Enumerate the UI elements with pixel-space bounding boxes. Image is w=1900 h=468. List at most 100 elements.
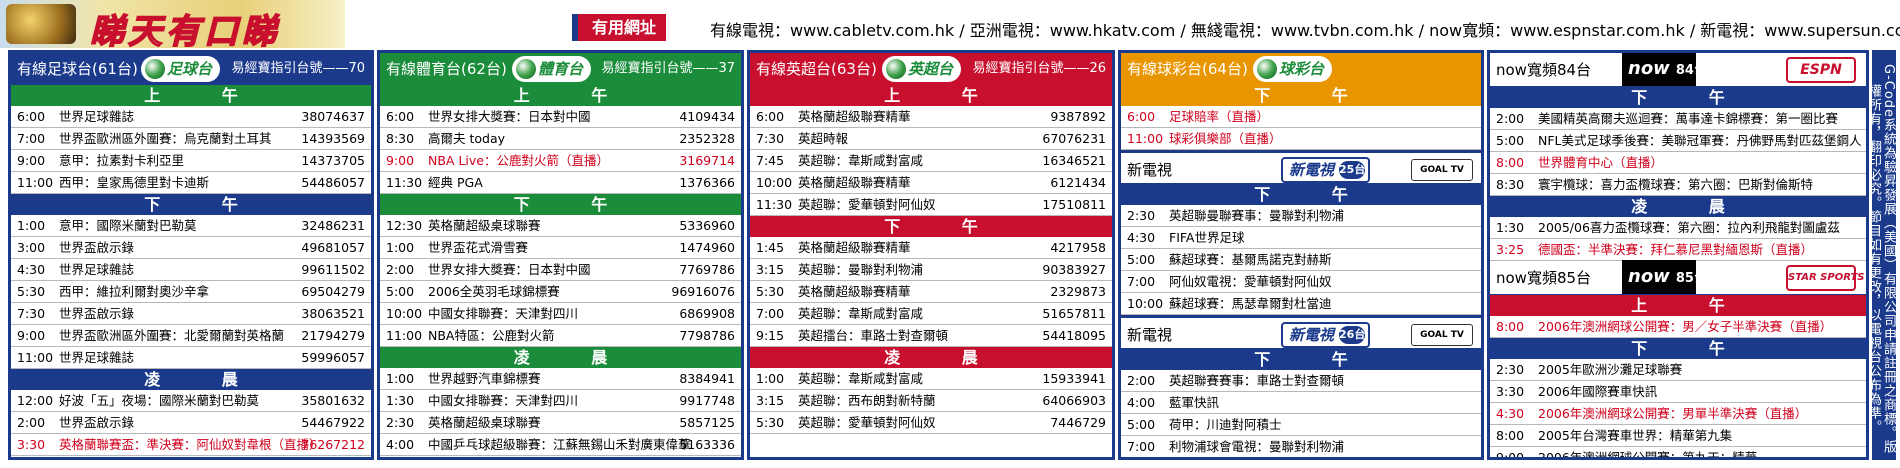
supersun-logo: 新電視 26台 xyxy=(1281,322,1371,348)
program-time: 4:30 xyxy=(1127,230,1156,245)
sub-channel-header: 新電視 新電視 25台 GOAL TV xyxy=(1121,150,1481,184)
program-time: 3:15 xyxy=(756,262,785,277)
program-row: 2:30 英超聯曼聯賽事：曼聯對利物浦 xyxy=(1121,205,1481,227)
section-bar-afternoon: 下 午 xyxy=(1121,85,1481,106)
program-row: 2:00 美國精英高爾夫巡迴賽：萬事達卡錦標賽：第一圈比賽 xyxy=(1490,108,1866,130)
program-time: 7:00 xyxy=(1127,274,1156,289)
program-time: 8:30 xyxy=(1496,177,1525,192)
program-time: 2:00 xyxy=(1127,373,1156,388)
program-row: 1:00 意甲：國際米蘭對巴勒莫 32486231 xyxy=(11,215,371,237)
guide-number: 易經寶指引台號——70 xyxy=(231,61,365,76)
gcode-number: 5163336 xyxy=(679,437,735,452)
column-cable-football: 有線足球台(61台) 足球台 易經寶指引台號——70 上 午 6:00 世界足球雜誌 380… xyxy=(8,50,374,460)
program-title: 利物浦球會電視：曼聯對利物浦 xyxy=(1169,439,1345,454)
gcode-number: 3169714 xyxy=(679,153,735,168)
program-time: 1:00 xyxy=(756,371,785,386)
program-row: 5:30 英超聯：愛華頓對阿仙奴 7446729 xyxy=(750,412,1112,434)
program-title: 英超聯：韋斯咸對富咸 xyxy=(798,306,924,321)
program-row: 10:00 蘇超球賽：馬瑟韋爾對杜當迪 xyxy=(1121,293,1481,315)
gcode-number: 6121434 xyxy=(1050,175,1106,190)
program-title: 西甲：皇家馬德里對卡迪斯 xyxy=(59,175,210,190)
program-time: 10:00 xyxy=(756,175,793,190)
program-time: 10:00 xyxy=(386,306,423,321)
column-cable-sports: 有線體育台(62台) 體育台 易經寶指引台號——37 上 午 6:00 世界女排大獎賽：日… xyxy=(377,50,744,460)
program-time: 5:00 xyxy=(1127,252,1156,267)
program-row: 4:00 藍軍快訊 xyxy=(1121,392,1481,414)
section-bar-morning: 上 午 xyxy=(750,85,1112,106)
program-time: 11:30 xyxy=(756,197,793,212)
program-row: 6:00 英格蘭超級聯賽精華 9387892 xyxy=(750,106,1112,128)
program-title: 哥本哈根羽毛球精英賽 xyxy=(428,459,553,460)
section-bar-afternoon: 下 午 xyxy=(11,194,371,215)
section-bar-morning: 上 午 xyxy=(380,85,741,106)
channel-logo: 體育台 xyxy=(512,56,592,82)
gcode-number: 9387892 xyxy=(1050,109,1106,124)
program-time: 6:00 xyxy=(17,109,46,124)
program-row: 10:00法甲：里昂對歐塞爾 xyxy=(1121,458,1481,460)
program-time: 8:00 xyxy=(1496,428,1525,443)
program-row: 9:15 英超擂台：車路士對查爾頓 54418095 xyxy=(750,325,1112,347)
program-row: 7:00 世界盃歐洲區外圍賽：烏克蘭對土耳其 14393569 xyxy=(11,128,371,150)
gcode-number: 54418095 xyxy=(1042,328,1106,343)
program-time: 3:00 xyxy=(17,240,46,255)
section-bar-late: 凌 晨 xyxy=(1490,196,1866,217)
section-bar-late: 凌 晨 xyxy=(380,347,741,368)
program-time: 9:00 xyxy=(17,153,46,168)
program-row: 7:00 阿仙奴電視：愛華頓對阿仙奴 xyxy=(1121,271,1481,293)
program-time: 6:00 xyxy=(1127,109,1156,124)
sub-channel-name: 新電視 xyxy=(1127,161,1173,179)
program-title: 阿仙奴電視：愛華頓對阿仙奴 xyxy=(1169,274,1332,289)
now-channel-header: now寬頻84台 now 84台 ESPN xyxy=(1490,53,1866,87)
program-row: 2:00 世界女排大獎賽：日本對中國 7769786 xyxy=(380,259,741,281)
gcode-number: 14373705 xyxy=(301,153,365,168)
column-now-broadband: now寬頻84台 now 84台 ESPN 下 午 2:00 美國精英高爾夫巡迴賽：萬事達卡… xyxy=(1487,50,1869,460)
program-time: 2:00 xyxy=(1496,111,1525,126)
guide-number: 易經寶指引台號——37 xyxy=(601,61,735,76)
gcode-number: 99611502 xyxy=(301,262,365,277)
program-row: 5:00 NFL美式足球季後賽：美聯冠軍賽：丹佛野馬對匹茲堡鋼人 xyxy=(1490,130,1866,152)
program-row: 4:00 中國乒乓球超級聯賽：江蘇無錫山禾對廣東偉華 5163336 xyxy=(380,434,741,456)
program-time: 10:00 xyxy=(1127,296,1164,311)
gcode-number: 39174767 xyxy=(301,456,365,457)
now-logo: now 84台 xyxy=(1622,53,1707,86)
program-title: 球彩俱樂部（直播） xyxy=(1169,131,1282,146)
url-list[interactable]: 有線電視：www.cabletv.com.hk / 亞洲電視：www.hkatv… xyxy=(710,17,1900,41)
section-bar-late: 凌 晨 xyxy=(11,369,371,390)
program-time: 8:00 xyxy=(1496,155,1525,170)
program-row: 1:30 中國女排聯賽：天津對四川 9917748 xyxy=(380,390,741,412)
program-time: 8:30 xyxy=(386,131,415,146)
now-logo: now 85台 xyxy=(1622,260,1707,294)
program-title: 世界足球雜誌 xyxy=(59,109,135,124)
program-title: 意甲：國際米蘭對巴勒莫 xyxy=(59,218,197,233)
program-row: 5:00 哥本哈根羽毛球精英賽 1563372 xyxy=(380,456,741,460)
section-bar-afternoon: 下 午 xyxy=(1490,338,1866,359)
gcode-number: 96916076 xyxy=(671,284,735,299)
program-row: 1:00 世界盃花式滑雪賽 1474960 xyxy=(380,237,741,259)
gcode-number: 17510811 xyxy=(1042,197,1106,212)
gcode-number: 4217958 xyxy=(1050,240,1106,255)
sub-channel-header: 新電視 新電視 26台 GOAL TV xyxy=(1121,315,1481,349)
sub-channel-name: 新電視 xyxy=(1127,326,1173,344)
program-row: 3:30 英格蘭聯賽盃：準決賽：阿仙奴對韋根（直播） 76267212 xyxy=(11,434,371,456)
program-time: 3:25 xyxy=(1496,242,1525,257)
program-title: 英格蘭超級聯賽精華 xyxy=(798,284,911,299)
program-row: 2:00 世界盃啟示錄 54467922 xyxy=(11,412,371,434)
program-time: 2:30 xyxy=(1496,362,1525,377)
program-row: 6:00 世界女排大獎賽：日本對中國 4109434 xyxy=(380,106,741,128)
program-title: 好波「五」夜場：國際米蘭對巴勒莫 xyxy=(59,393,260,408)
program-title: 2006年澳洲網球公開賽：男／女子半準決賽（直播） xyxy=(1538,319,1833,334)
program-row: 8:30 高爾夫 today 2352328 xyxy=(380,128,741,150)
column-cable-premier: 有線英超台(63台) 英超台 易經寶指引台號——26 上 午 6:00 英格蘭超級聯賽精華… xyxy=(747,50,1115,460)
program-title: 英格蘭超級聯賽精華 xyxy=(798,240,911,255)
channel-name: 有線英超台(63台) xyxy=(756,60,877,78)
program-time: 3:30 xyxy=(1496,384,1525,399)
program-title: 英超時報 xyxy=(798,131,849,146)
channel-logo: 英超台 xyxy=(882,56,962,82)
program-title: 中國乒乓球超級聯賽：江蘇無錫山禾對廣東偉華 xyxy=(428,437,691,452)
program-time: 11:00 xyxy=(386,328,423,343)
program-time: 11:00 xyxy=(17,175,54,190)
useful-links-label: 有用網址 xyxy=(572,14,667,41)
program-title: 世界盃歐洲區外圍賽：北愛爾蘭對英格蘭 xyxy=(59,328,285,343)
gcode-number: 7798786 xyxy=(679,328,735,343)
program-title: 中國女排聯賽：天津對四川 xyxy=(428,393,579,408)
